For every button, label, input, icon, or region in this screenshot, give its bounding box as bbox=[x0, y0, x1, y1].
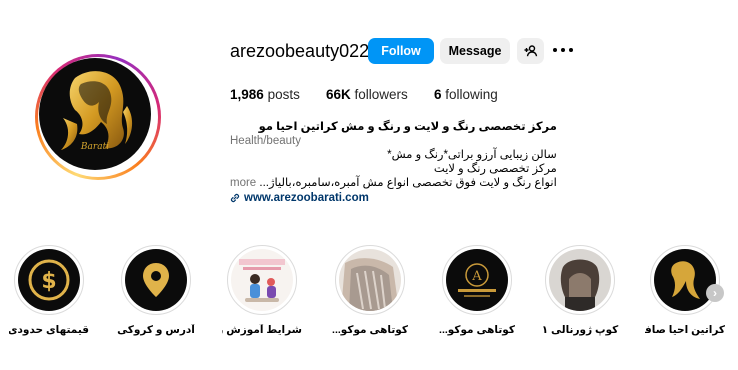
person-plus-icon bbox=[524, 45, 537, 57]
keratin-logo-image bbox=[654, 249, 716, 311]
bio-line-truncated: انواع رنگ و لایت فوق تخصصی انواع مش آمبر… bbox=[230, 176, 557, 190]
hair-photo-image bbox=[339, 249, 401, 311]
avatar-logo-text: Barati bbox=[80, 142, 110, 152]
haircut-photo-image bbox=[549, 249, 611, 311]
highlight-ring: $ bbox=[14, 245, 84, 315]
followers-stat[interactable]: 66K followers bbox=[326, 87, 408, 103]
highlight-cover bbox=[231, 249, 293, 311]
profile-avatar-ring[interactable]: Barati bbox=[35, 54, 161, 180]
highlight-label: قیمتهای حدودی bbox=[9, 324, 89, 336]
following-count: 6 bbox=[434, 87, 442, 102]
profile-bio: مرکز تخصصی رنگ و لایت و رنگ و مش کراتین … bbox=[230, 120, 557, 205]
posts-count: 1,986 bbox=[230, 87, 264, 102]
gold-hair-logo bbox=[61, 71, 133, 150]
highlight-cover: A bbox=[446, 249, 508, 311]
highlights-next-button[interactable]: › bbox=[706, 284, 724, 302]
highlight-ring bbox=[121, 245, 191, 315]
highlight-ring bbox=[335, 245, 405, 315]
highlight-label: کراتین احیا صافی bbox=[645, 324, 725, 336]
chevron-right-icon: › bbox=[713, 286, 717, 300]
highlight-cover: $ bbox=[18, 249, 80, 311]
followers-count: 66K bbox=[326, 87, 351, 102]
posts-stat: 1,986 posts bbox=[230, 87, 300, 103]
highlight-item[interactable]: A کوتاهی موکو... bbox=[437, 245, 517, 337]
following-stat[interactable]: 6 following bbox=[434, 87, 498, 103]
bio-line: مرکز تخصصی رنگ و لایت bbox=[433, 163, 557, 175]
brand-logo-image: A bbox=[446, 249, 508, 311]
follow-button[interactable]: Follow bbox=[368, 38, 434, 64]
link-icon bbox=[230, 193, 240, 203]
highlight-item[interactable]: آدرس و کروکی bbox=[116, 245, 196, 337]
suggested-users-button[interactable] bbox=[517, 38, 544, 64]
highlight-label: شرایط آموزش ر... bbox=[222, 324, 302, 336]
dollar-coin-icon: $ bbox=[18, 249, 80, 311]
message-button[interactable]: Message bbox=[440, 38, 510, 64]
highlight-label: کوپ ژورنالی ۱ bbox=[541, 324, 619, 336]
bio-website-link[interactable]: www.arezoobarati.com bbox=[244, 191, 369, 205]
highlight-ring bbox=[650, 245, 720, 315]
highlight-cover bbox=[654, 249, 716, 311]
followers-label: followers bbox=[354, 87, 408, 102]
bio-line: سالن زیبایی آرزو براتی*رنگ و مش* bbox=[387, 149, 557, 161]
highlight-item[interactable]: کوپ ژورنالی ۱ bbox=[540, 245, 620, 337]
bio-more-link[interactable]: more bbox=[230, 177, 256, 189]
location-pin-icon bbox=[125, 249, 187, 311]
bio-link-row[interactable]: www.arezoobarati.com bbox=[230, 191, 557, 205]
highlight-label: آدرس و کروکی bbox=[117, 324, 195, 336]
highlight-item[interactable]: $ قیمتهای حدودی bbox=[9, 245, 89, 337]
profile-avatar[interactable]: Barati bbox=[39, 58, 151, 170]
following-label: following bbox=[445, 87, 498, 102]
highlight-item[interactable]: شرایط آموزش ر... bbox=[222, 245, 302, 337]
highlight-ring bbox=[545, 245, 615, 315]
highlight-label: کوتاهی موکو... bbox=[439, 324, 515, 336]
highlight-item[interactable]: کوتاهی موکو... bbox=[330, 245, 410, 337]
more-horizontal-icon[interactable] bbox=[553, 43, 573, 57]
highlight-cover bbox=[339, 249, 401, 311]
bio-line: انواع رنگ و لایت فوق تخصصی انواع مش آمبر… bbox=[259, 177, 557, 189]
highlight-cover bbox=[125, 249, 187, 311]
highlight-label: کوتاهی موکو... bbox=[332, 324, 408, 336]
highlight-ring bbox=[227, 245, 297, 315]
svg-text:$: $ bbox=[41, 269, 56, 294]
highlight-ring: A bbox=[442, 245, 512, 315]
bio-name: مرکز تخصصی رنگ و لایت و رنگ و مش کراتین … bbox=[258, 121, 557, 133]
profile-username: arezoobeauty022 bbox=[230, 41, 370, 61]
posts-label: posts bbox=[267, 87, 300, 102]
training-illustration-image bbox=[231, 249, 293, 311]
svg-text:A: A bbox=[471, 269, 482, 284]
highlight-cover bbox=[549, 249, 611, 311]
bio-category: Health/beauty bbox=[230, 135, 301, 147]
